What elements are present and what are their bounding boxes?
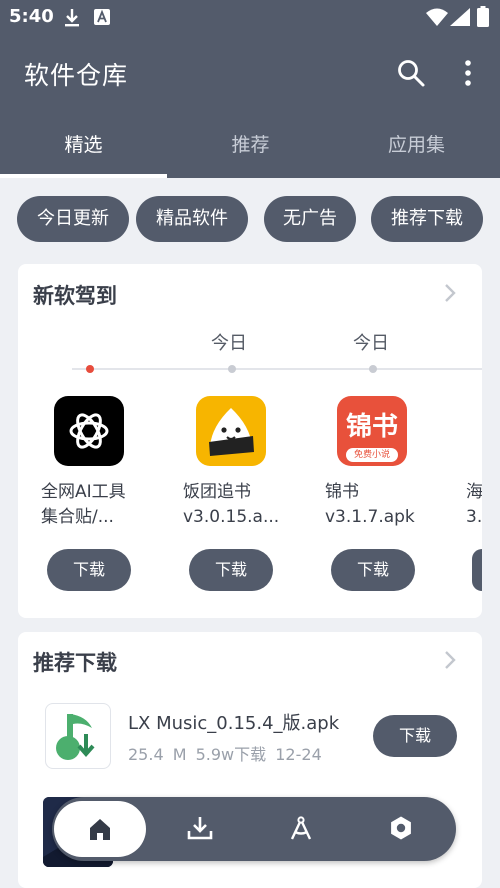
- icon-text: 锦书: [345, 412, 398, 442]
- download-tray-icon[interactable]: [187, 815, 213, 841]
- icon-subtext: 免费小说: [346, 448, 398, 462]
- compass-icon[interactable]: [288, 815, 314, 841]
- more-vert-icon[interactable]: [458, 58, 478, 88]
- download-button[interactable]: 下载: [331, 549, 415, 591]
- app-name[interactable]: 海 3.: [466, 480, 482, 530]
- download-button[interactable]: 下载: [189, 549, 273, 591]
- home-icon[interactable]: [87, 816, 113, 842]
- chip-today-updates[interactable]: 今日更新: [17, 196, 129, 242]
- recommended-title: 推荐下载: [33, 651, 117, 675]
- new-software-title: 新软驾到: [33, 284, 117, 308]
- app-name[interactable]: 锦书 v3.1.7.apk: [325, 480, 435, 530]
- openai-logo-icon[interactable]: [54, 396, 124, 466]
- day-label: 今日: [353, 333, 389, 354]
- chevron-right-icon[interactable]: [442, 649, 458, 671]
- recommended-app-name[interactable]: LX Music_0.15.4_版.apk: [128, 709, 339, 735]
- chip-premium-software[interactable]: 精品软件: [136, 196, 248, 242]
- search-icon[interactable]: [396, 58, 426, 88]
- timeline-dot: [369, 365, 377, 373]
- app-name-line: v3.0.15.a...: [183, 507, 280, 527]
- app-name-line: 集合贴/...: [41, 507, 114, 527]
- download-button[interactable]: 下载: [373, 715, 457, 757]
- app-name-line: 3.: [466, 507, 482, 527]
- chip-recommended-downloads[interactable]: 推荐下载: [371, 196, 483, 242]
- font-a-icon: [94, 9, 110, 25]
- app-name-line: 锦书: [325, 482, 359, 502]
- timeline-dot: [228, 365, 236, 373]
- app-name[interactable]: 饭团追书 v3.0.15.a...: [183, 480, 293, 530]
- tab-bar: 精选 推荐 应用集: [0, 118, 500, 178]
- app-name-line: v3.1.7.apk: [325, 507, 415, 527]
- chip-no-ads[interactable]: 无广告: [264, 196, 356, 242]
- day-label: 今日: [211, 333, 247, 354]
- wifi-icon: [426, 8, 448, 26]
- app-date: 12-24: [275, 745, 322, 764]
- timeline-line: [72, 368, 482, 370]
- battery-icon: [477, 6, 489, 27]
- app-downloads: 5.9w下载: [195, 745, 267, 764]
- download-button[interactable]: 下载: [47, 549, 131, 591]
- settings-icon[interactable]: [388, 815, 414, 841]
- app-name-line: 饭团追书: [183, 482, 251, 502]
- status-bar: 5:40: [0, 0, 500, 36]
- tab-recommended[interactable]: 推荐: [167, 118, 334, 176]
- app-name[interactable]: 全网AI工具 集合贴/...: [41, 480, 151, 530]
- lx-music-icon[interactable]: [45, 703, 111, 769]
- tab-collections[interactable]: 应用集: [333, 118, 500, 176]
- tab-indicator: [0, 174, 167, 178]
- status-time: 5:40: [9, 6, 54, 27]
- timeline-dot-today: [86, 365, 94, 373]
- jinshu-logo-icon[interactable]: 锦书 免费小说: [337, 396, 407, 466]
- recommended-app-meta: 25.4 M 5.9w下载 12-24: [128, 741, 322, 765]
- download-icon: [65, 9, 79, 27]
- download-button-partial[interactable]: [472, 549, 482, 591]
- tab-featured[interactable]: 精选: [0, 118, 167, 176]
- app-name-line: 海: [466, 482, 482, 502]
- chevron-right-icon[interactable]: [442, 282, 458, 304]
- page-title: 软件仓库: [24, 61, 129, 90]
- rice-ball-book-icon[interactable]: [196, 396, 266, 466]
- signal-icon: [450, 8, 470, 26]
- app-name-line: 全网AI工具: [41, 482, 126, 502]
- app-size: 25.4 M: [128, 745, 187, 764]
